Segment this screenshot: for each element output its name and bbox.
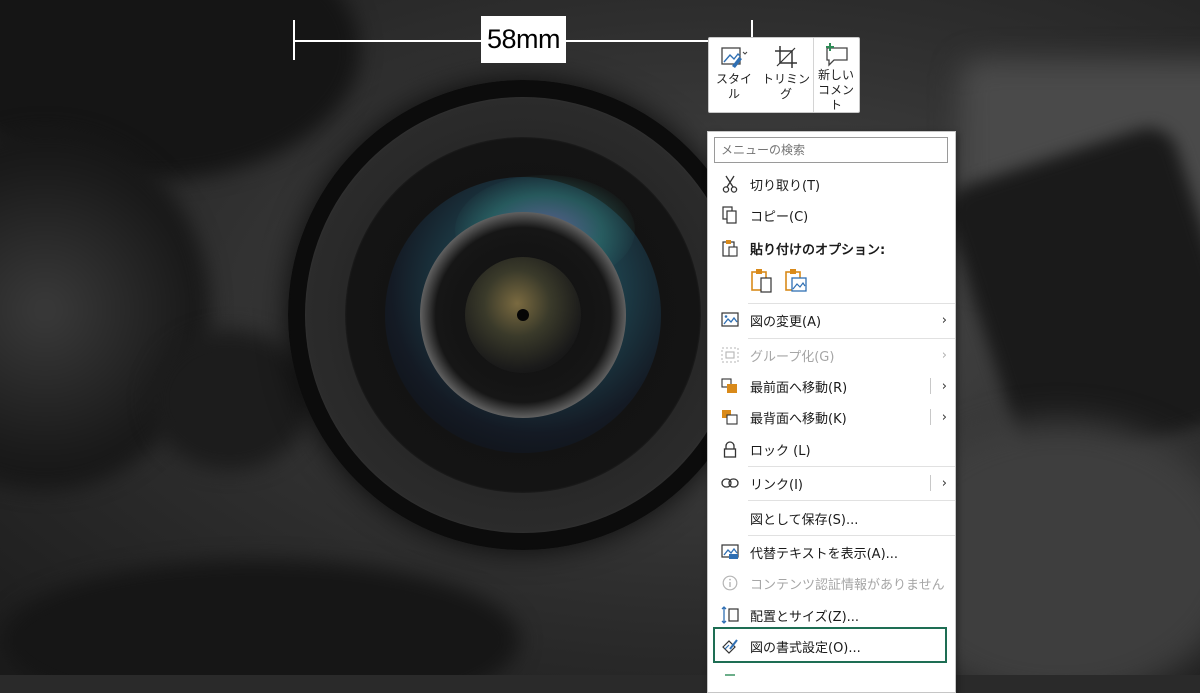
size-position-icon [720, 606, 740, 624]
menu-item-label: 代替テキストを表示(A)... [750, 546, 899, 562]
split-divider [930, 378, 931, 394]
menu-item-copy[interactable]: コピー(C) [708, 200, 955, 230]
background-photo[interactable] [0, 0, 1200, 675]
menu-item-link[interactable]: リンク(I) › [708, 468, 955, 498]
crop-button[interactable]: トリミング [759, 38, 813, 112]
bg-shape [150, 330, 310, 470]
menu-item-lock[interactable]: ロック (L) [708, 434, 955, 464]
menu-item-alt-text[interactable]: 代替テキストを表示(A)... [708, 537, 955, 567]
scissors-icon [720, 175, 740, 193]
menu-separator [748, 466, 955, 467]
menu-item-change-picture[interactable]: 図の変更(A) › [708, 305, 955, 335]
lens-center [517, 309, 529, 321]
format-picture-icon [720, 637, 740, 655]
menu-item-label: 配置とサイズ(Z)... [750, 609, 860, 625]
menu-item-label: コピー(C) [750, 209, 809, 225]
crop-button-label: トリミング [761, 72, 810, 101]
menu-item-label: ロック (L) [750, 443, 811, 459]
dimension-label: 58mm [481, 16, 566, 63]
menu-item-format-picture[interactable]: 図の書式設定(O)... [708, 631, 955, 661]
menu-separator [748, 500, 955, 501]
menu-item-label: 最前面へ移動(R) [750, 380, 848, 396]
split-divider [930, 475, 931, 491]
change-picture-icon [720, 311, 740, 329]
mini-toolbar: スタイ ル トリミング 新しい コメント [708, 37, 860, 113]
bring-to-front-icon [720, 377, 740, 395]
paste-as-picture-button[interactable] [783, 269, 809, 297]
new-comment-icon [822, 42, 850, 68]
paste-icon [720, 239, 740, 257]
partial-icon [720, 669, 740, 687]
dimension-tick-left [293, 20, 295, 60]
menu-item-cut[interactable]: 切り取り(T) [708, 169, 955, 199]
send-to-back-icon [720, 408, 740, 426]
new-comment-label: 新しい コメント [817, 68, 854, 112]
lock-icon [720, 440, 740, 458]
paste-keep-source-icon [750, 268, 774, 298]
menu-separator [748, 338, 955, 339]
menu-item-label: 図の変更(A) [750, 314, 822, 330]
menu-separator [748, 535, 955, 536]
submenu-arrow-icon[interactable]: › [942, 410, 947, 425]
picture-style-icon [719, 42, 749, 72]
menu-separator [748, 303, 955, 304]
menu-item-label: 図として保存(S)... [750, 512, 859, 528]
submenu-arrow-icon: › [941, 312, 947, 328]
style-button[interactable]: スタイ ル [709, 38, 759, 112]
context-menu: 切り取り(T) コピー(C) 貼り付けのオプション: 図の変更(A) › [707, 131, 956, 693]
alt-text-icon [720, 543, 740, 561]
menu-search-input[interactable] [714, 137, 948, 163]
menu-item-content-credentials[interactable]: コンテンツ認証情報がありません [708, 568, 955, 598]
new-comment-button[interactable]: 新しい コメント [813, 38, 858, 112]
menu-item-size-position[interactable]: 配置とサイズ(Z)... [708, 600, 955, 630]
paste-options-header: 貼り付けのオプション: [750, 242, 886, 258]
menu-item-label: コンテンツ認証情報がありません [750, 577, 945, 593]
submenu-arrow-icon: › [941, 347, 947, 363]
menu-item-partial[interactable] [708, 663, 955, 693]
link-icon [720, 474, 740, 492]
menu-item-paste-options: 貼り付けのオプション: [708, 233, 955, 263]
paste-picture-icon [784, 268, 808, 298]
copy-icon [720, 206, 740, 224]
menu-item-label: 図の書式設定(O)... [750, 640, 861, 656]
menu-item-send-to-back[interactable]: 最背面へ移動(K) › [708, 402, 955, 432]
bg-shape [0, 560, 520, 675]
info-icon [720, 574, 740, 592]
submenu-arrow-icon[interactable]: › [942, 476, 947, 491]
menu-item-group[interactable]: グループ化(G) › [708, 340, 955, 370]
menu-item-label: グループ化(G) [750, 349, 835, 365]
group-icon [720, 346, 740, 364]
menu-item-label: 最背面へ移動(K) [750, 411, 847, 427]
paste-keep-source-button[interactable] [749, 269, 775, 297]
menu-item-label: リンク(I) [750, 477, 803, 493]
menu-item-save-as-picture[interactable]: 図として保存(S)... [708, 503, 955, 533]
style-button-label: スタイ ル [715, 72, 752, 101]
crop-icon [773, 42, 799, 72]
submenu-arrow-icon[interactable]: › [942, 379, 947, 394]
menu-item-bring-to-front[interactable]: 最前面へ移動(R) › [708, 371, 955, 401]
split-divider [930, 409, 931, 425]
menu-item-label: 切り取り(T) [750, 178, 821, 194]
